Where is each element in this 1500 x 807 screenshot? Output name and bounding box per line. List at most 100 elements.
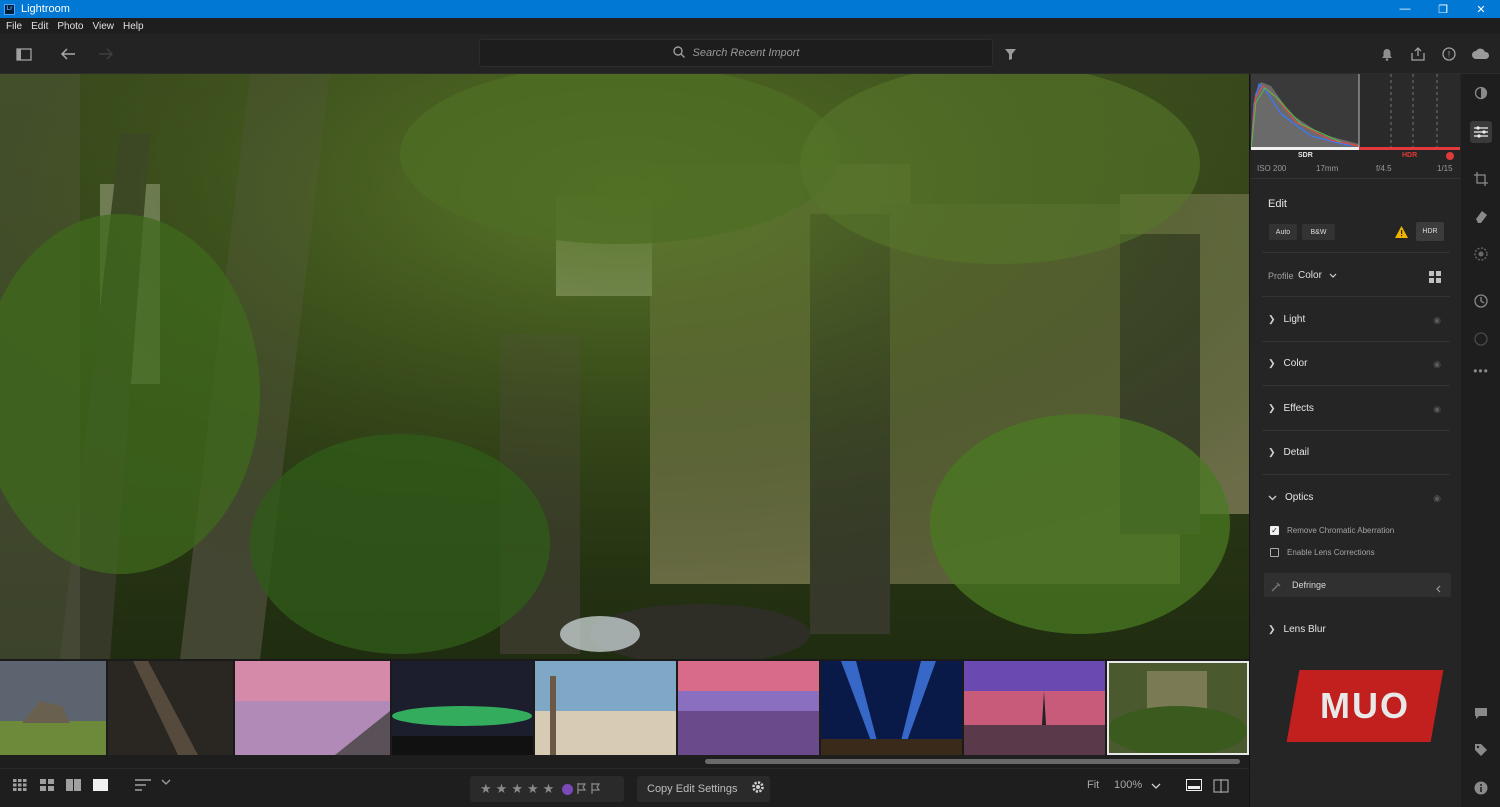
chevron-right-icon: ❯ — [1268, 624, 1276, 634]
remove-ca-checkbox[interactable]: ✓ — [1270, 526, 1279, 535]
divider — [1262, 385, 1450, 386]
defringe-row[interactable]: Defringe — [1264, 573, 1451, 597]
chevron-down-icon — [1329, 270, 1337, 281]
section-effects[interactable]: ❯ Effects — [1268, 403, 1314, 414]
thumbnail[interactable] — [535, 661, 676, 755]
versions-icon[interactable] — [1472, 330, 1490, 348]
zoom-level[interactable]: 100% — [1114, 779, 1142, 791]
thumbnail[interactable] — [108, 661, 233, 755]
star-icon[interactable]: ★ — [511, 781, 523, 797]
menu-edit[interactable]: Edit — [31, 21, 48, 32]
grid-view-small-icon[interactable] — [13, 779, 27, 791]
fit-zoom-option[interactable]: Fit — [1087, 779, 1099, 791]
more-options-icon[interactable]: ••• — [1472, 362, 1490, 380]
profile-browser-icon[interactable] — [1429, 270, 1441, 288]
profile-dropdown[interactable]: Color — [1298, 270, 1337, 281]
eyedropper-icon[interactable] — [1271, 579, 1282, 597]
presets-icon[interactable] — [1472, 84, 1490, 102]
zoom-chevron-down-icon[interactable] — [1151, 783, 1161, 789]
pick-flag-icon[interactable] — [577, 782, 587, 797]
thumbnail[interactable] — [392, 661, 533, 755]
color-label-icon[interactable] — [562, 783, 574, 795]
back-arrow-icon[interactable] — [58, 44, 78, 64]
section-lens-blur[interactable]: ❯ Lens Blur — [1268, 624, 1326, 635]
tag-icon[interactable] — [1472, 741, 1490, 759]
menu-file[interactable]: File — [6, 21, 22, 32]
thumbnail[interactable] — [235, 661, 390, 755]
top-toolbar: Search Recent Import ! — [0, 34, 1500, 74]
square-grid-icon[interactable] — [66, 779, 81, 791]
history-icon[interactable] — [1472, 292, 1490, 310]
reject-flag-icon[interactable] — [591, 782, 601, 797]
notification-bell-icon[interactable] — [1378, 45, 1396, 63]
section-detail[interactable]: ❯ Detail — [1268, 447, 1309, 458]
crop-icon[interactable] — [1472, 170, 1490, 188]
lightroom-logo-icon: Lr — [4, 3, 15, 15]
filmstrip — [0, 659, 1249, 755]
healing-eraser-icon[interactable] — [1472, 207, 1490, 225]
svg-text:!: ! — [1448, 50, 1451, 60]
muo-watermark-logo: MUO — [1286, 670, 1444, 742]
main-photo[interactable] — [0, 74, 1249, 659]
bw-button[interactable]: B&W — [1302, 224, 1335, 240]
cloud-sync-icon[interactable] — [1469, 45, 1493, 63]
auto-button[interactable]: Auto — [1269, 224, 1297, 240]
menu-view[interactable]: View — [93, 21, 115, 32]
search-icon — [672, 45, 685, 61]
grid-view-large-icon[interactable] — [40, 779, 54, 791]
divider — [1262, 430, 1450, 431]
info-icon[interactable] — [1472, 779, 1490, 797]
thumbnail[interactable] — [678, 661, 819, 755]
star-icon[interactable]: ★ — [543, 781, 555, 797]
hdr-button[interactable]: HDR — [1416, 222, 1444, 241]
copy-edit-settings-label: Copy Edit Settings — [647, 783, 738, 795]
histogram — [1251, 74, 1460, 150]
filmstrip-scrollbar[interactable] — [705, 759, 1240, 764]
filter-icon[interactable] — [1002, 46, 1018, 62]
eye-icon[interactable]: ◉ — [1433, 315, 1441, 326]
thumbnail-selected[interactable] — [1107, 661, 1249, 755]
help-icon[interactable]: ! — [1440, 45, 1458, 63]
defringe-label: Defringe — [1292, 580, 1327, 590]
section-color[interactable]: ❯ Color — [1268, 358, 1307, 369]
minimize-button[interactable]: — — [1386, 0, 1424, 18]
chevron-down-icon[interactable] — [161, 779, 171, 785]
edit-sliders-icon[interactable] — [1470, 121, 1492, 143]
eye-icon[interactable]: ◉ — [1433, 404, 1441, 415]
chevron-right-icon: ❯ — [1268, 358, 1276, 368]
star-icon[interactable]: ★ — [527, 781, 539, 797]
star-icon[interactable]: ★ — [480, 781, 492, 797]
divider — [1250, 178, 1461, 179]
eye-icon[interactable]: ◉ — [1433, 359, 1441, 370]
compare-view-icon[interactable] — [1213, 779, 1229, 793]
sidebar-toggle-icon[interactable] — [14, 45, 34, 63]
sort-icon[interactable] — [135, 779, 151, 791]
search-bar[interactable]: Search Recent Import — [479, 39, 993, 67]
section-light[interactable]: ❯ Light — [1268, 314, 1305, 325]
menu-help[interactable]: Help — [123, 21, 144, 32]
comment-icon[interactable] — [1472, 704, 1490, 722]
clipping-warning-icon[interactable] — [1446, 152, 1454, 160]
section-optics-label: Optics — [1285, 492, 1314, 503]
eye-icon[interactable]: ◉ — [1433, 493, 1441, 504]
warning-icon[interactable] — [1395, 225, 1408, 243]
maximize-button[interactable]: ❐ — [1424, 0, 1462, 18]
masking-icon[interactable] — [1472, 245, 1490, 263]
chevron-down-icon — [1268, 493, 1277, 503]
profile-value: Color — [1298, 270, 1322, 281]
rating-stars: ★ ★ ★ ★ ★ — [470, 776, 624, 802]
thumbnail[interactable] — [964, 661, 1105, 755]
lens-corrections-checkbox[interactable] — [1270, 548, 1279, 557]
forward-arrow-icon[interactable] — [96, 44, 116, 64]
filmstrip-toggle-icon[interactable] — [1186, 779, 1202, 791]
detail-view-icon[interactable] — [93, 779, 108, 791]
thumbnail[interactable] — [0, 661, 106, 755]
gear-icon[interactable] — [751, 780, 765, 794]
star-icon[interactable]: ★ — [496, 781, 508, 797]
section-optics[interactable]: Optics — [1268, 492, 1313, 503]
divider — [1262, 296, 1450, 297]
close-button[interactable]: ✕ — [1462, 0, 1500, 18]
thumbnail[interactable] — [821, 661, 962, 755]
share-icon[interactable] — [1408, 44, 1428, 64]
menu-photo[interactable]: Photo — [57, 21, 83, 32]
